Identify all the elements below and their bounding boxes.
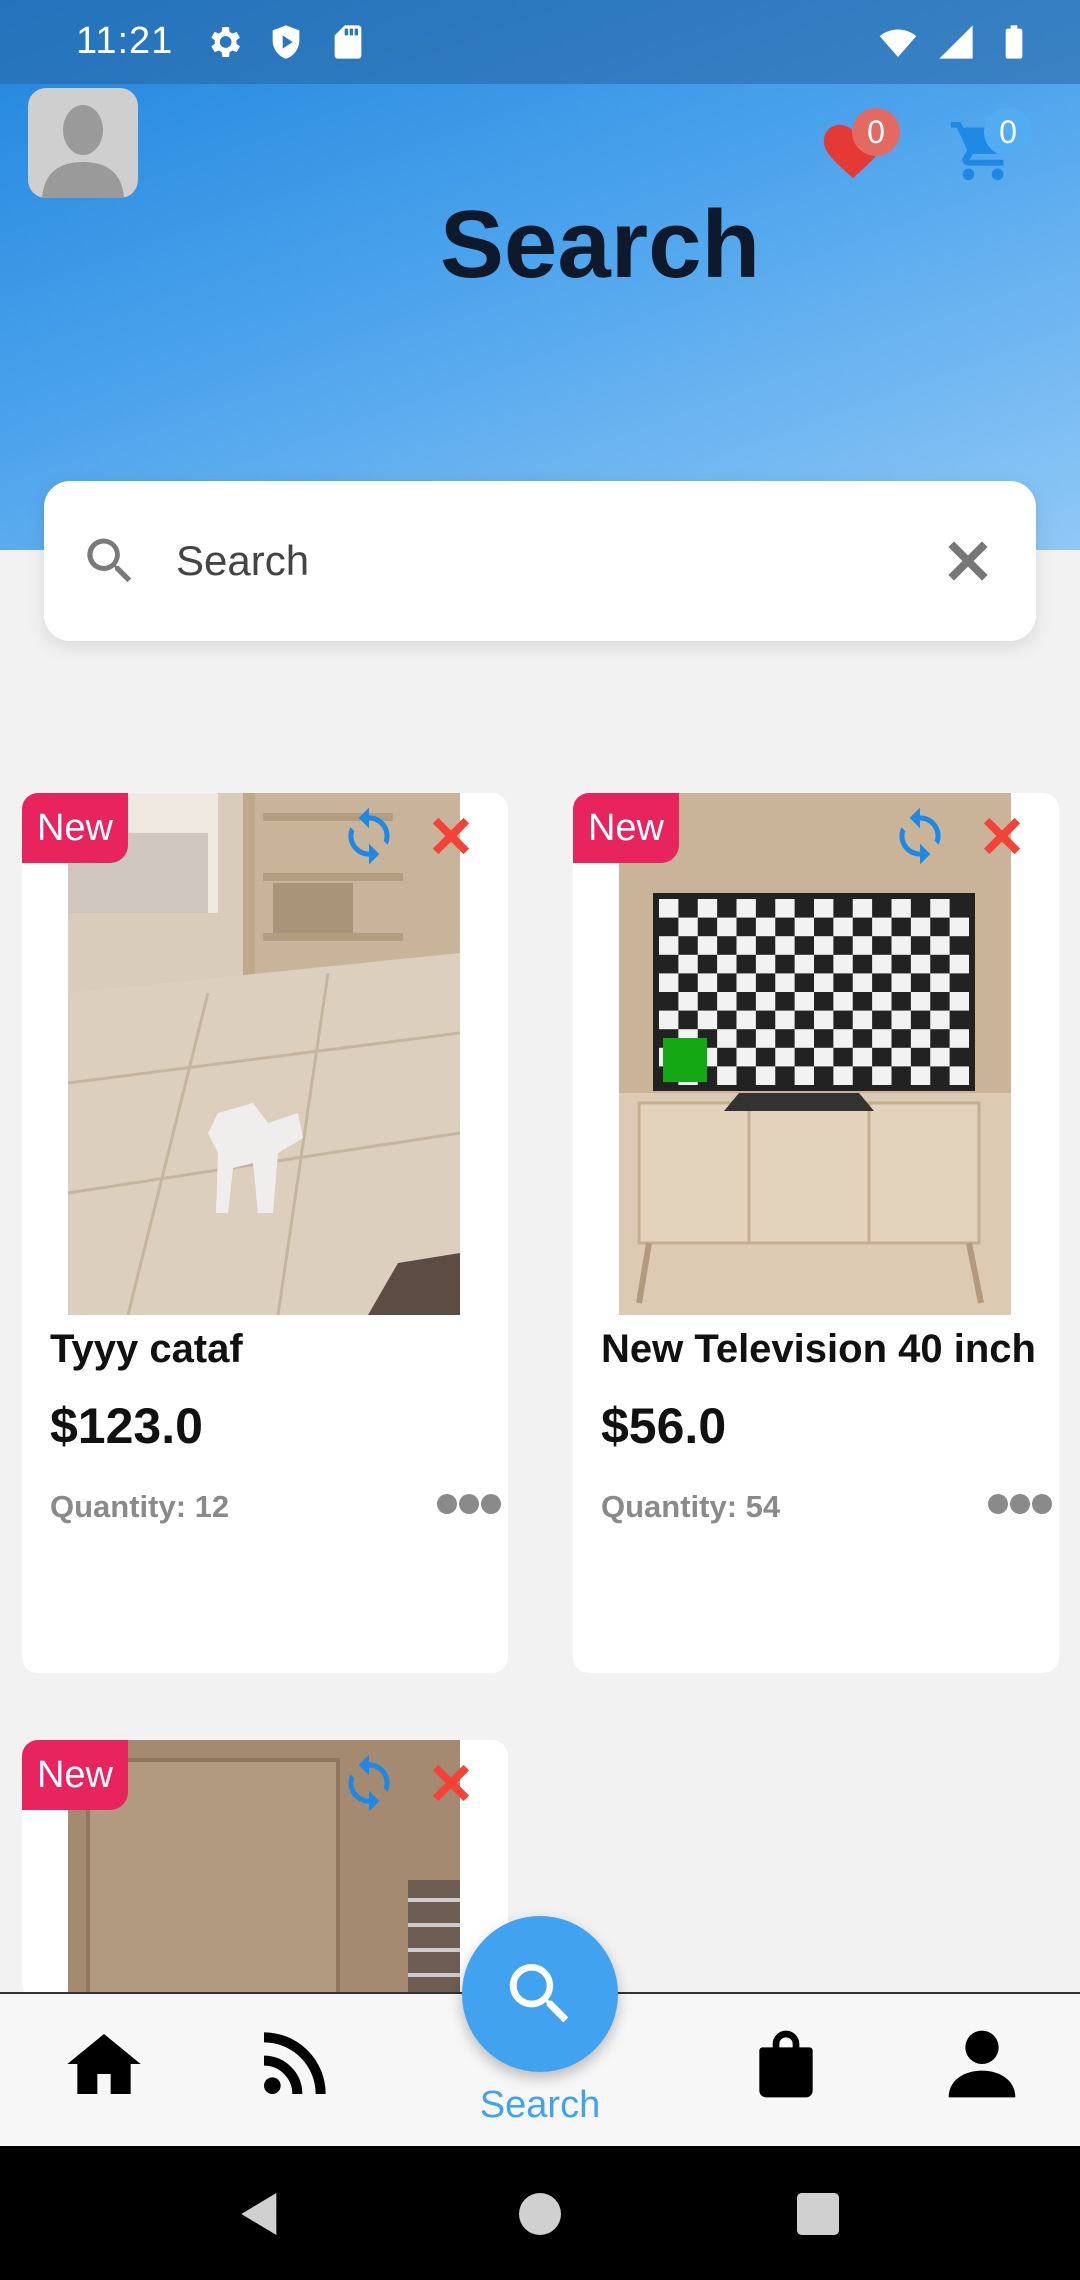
new-tag: New: [22, 793, 128, 863]
home-circle-icon[interactable]: [512, 2186, 568, 2242]
page-title: Search: [439, 191, 761, 298]
product-name: New Television 40 inch: [601, 1327, 1036, 1371]
recents-icon[interactable]: [790, 2186, 846, 2242]
new-tag: New: [573, 793, 679, 863]
product-quantity: Quantity: 12: [50, 1489, 230, 1524]
battery-icon: [1005, 25, 1023, 59]
product-name: Tyyy cataf: [50, 1327, 243, 1371]
refresh-icon[interactable]: [338, 1752, 400, 1814]
product-price: $123.0: [50, 1398, 203, 1454]
more-options-icon[interactable]: [987, 1493, 1053, 1515]
cart-badge: 0: [984, 108, 1032, 156]
more-options-icon[interactable]: [436, 1493, 502, 1515]
product-image-television: [619, 793, 1011, 1315]
delete-icon[interactable]: [975, 809, 1029, 863]
search-icon: [509, 1964, 569, 2023]
new-tag: New: [22, 1740, 128, 1810]
person-silhouette-icon: [42, 105, 124, 198]
search-bar: [44, 481, 1036, 641]
status-time: 11:21: [76, 20, 174, 62]
product-card[interactable]: New Tyyy cataf $123.0 Quantity: 12: [22, 793, 508, 1673]
gear-icon: [211, 27, 240, 57]
delete-icon[interactable]: [424, 809, 478, 863]
product-image-cat: [68, 793, 460, 1315]
refresh-icon[interactable]: [889, 805, 951, 867]
status-bar: 11:21: [0, 0, 1080, 84]
wifi-icon: [879, 29, 917, 57]
nav-label-search: Search: [479, 2084, 601, 2126]
search-icon: [87, 538, 132, 583]
delete-icon[interactable]: [424, 1756, 478, 1810]
avatar[interactable]: [28, 88, 138, 198]
product-quantity: Quantity: 54: [601, 1489, 781, 1524]
product-price: $56.0: [601, 1398, 727, 1454]
product-card[interactable]: New: [22, 1740, 508, 2000]
system-nav-bar: [0, 2146, 1080, 2280]
back-icon[interactable]: [232, 2186, 288, 2242]
product-card[interactable]: New New Television 40 inch $56.0 Quantit…: [573, 793, 1059, 1673]
clear-icon[interactable]: [938, 531, 998, 591]
shield-play-icon: [272, 25, 300, 59]
refresh-icon[interactable]: [338, 805, 400, 867]
search-input[interactable]: [176, 529, 936, 593]
search-fab[interactable]: [462, 1916, 618, 2072]
signal-icon: [939, 25, 973, 59]
favorites-badge: 0: [852, 108, 900, 156]
sd-card-icon: [334, 25, 362, 59]
